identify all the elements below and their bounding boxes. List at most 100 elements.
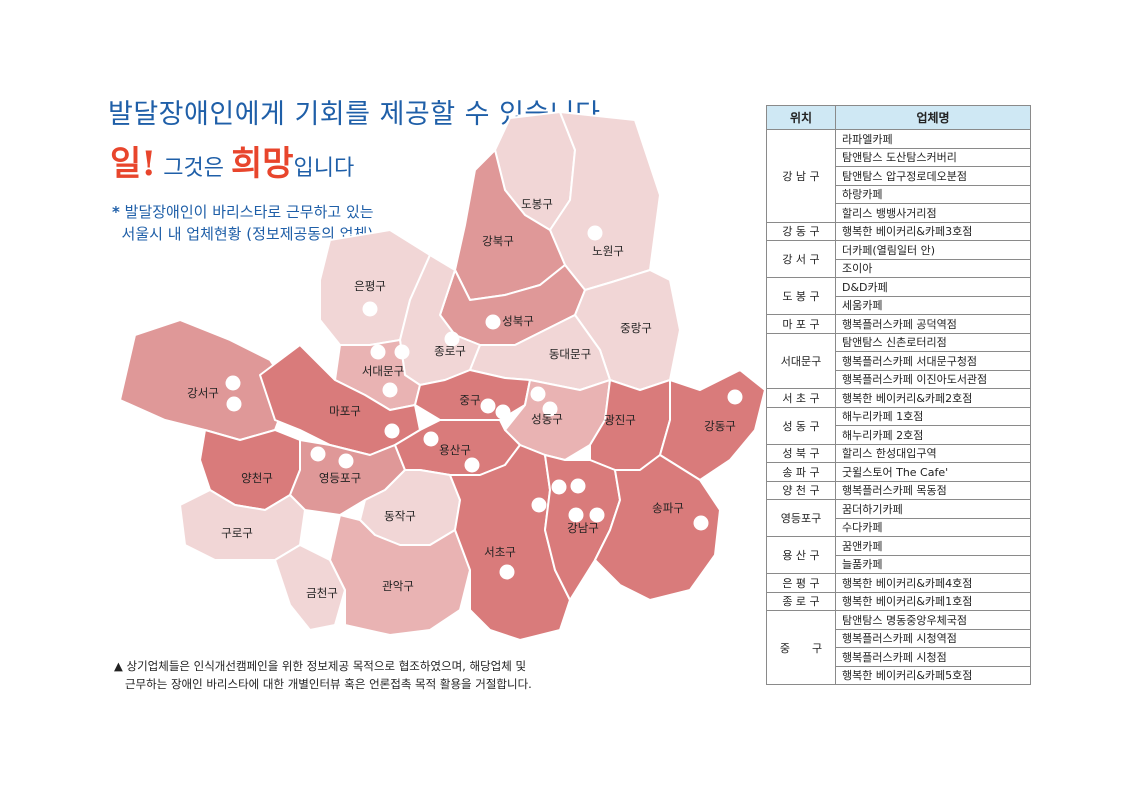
location-cell: 송 파 구 — [766, 462, 836, 482]
cafe-name-cell: 행복플러스카페 목동점 — [835, 480, 1031, 500]
cafe-marker — [226, 396, 242, 412]
district-label-서초구: 서초구 — [484, 545, 516, 559]
table-row: 양 천 구 행복플러스카페 목동점 — [766, 480, 1031, 500]
district-label-양천구: 양천구 — [241, 471, 273, 485]
cafe-marker — [570, 478, 586, 494]
header-location: 위치 — [766, 105, 836, 130]
location-cell: 성 북 구 — [766, 443, 836, 463]
footnote-line1: ▲ 상기업체들은 인식개선캠페인을 위한 정보제공 목적으로 협조하였으며, 해… — [114, 659, 527, 673]
district-label-도봉구: 도봉구 — [521, 197, 553, 211]
district-label-은평구: 은평구 — [354, 279, 386, 293]
district-label-송파구: 송파구 — [652, 501, 684, 515]
district-label-동대문구: 동대문구 — [549, 347, 591, 361]
cafe-marker — [480, 398, 496, 414]
district-label-강북구: 강북구 — [482, 234, 514, 248]
table-row: 성 동 구 해누리카페 1호점 — [766, 406, 1031, 445]
district-label-성북구: 성북구 — [502, 314, 534, 328]
cafe-name-cell: 행복플러스카페 시청점 — [835, 647, 1031, 667]
table-row: 종 로 구 행복한 베이커리&카페1호점 — [766, 591, 1031, 611]
footnote: ▲ 상기업체들은 인식개선캠페인을 위한 정보제공 목적으로 협조하였으며, 해… — [114, 657, 532, 693]
cafe-name-cell: 탐앤탐스 명동중앙우체국점 — [835, 610, 1031, 630]
table-row: 중 구 탐앤탐스 명동중앙우체국점 — [766, 610, 1031, 685]
cafe-marker — [587, 225, 603, 241]
table-row: 송 파 구 굿윌스토어 The Cafe' — [766, 462, 1031, 482]
cafe-name-cell: 해누리카페 2호점 — [835, 425, 1031, 445]
cafe-marker — [338, 453, 354, 469]
table-row: 강 동 구 행복한 베이커리&카페3호점 — [766, 221, 1031, 241]
cafe-name-cell: 라파엘카페 — [835, 129, 1031, 149]
cafe-marker — [310, 446, 326, 462]
cafe-name-cell: D&D카페 — [835, 277, 1031, 297]
cafe-name-cell: 할리스 한성대입구역 — [835, 443, 1031, 463]
district-label-중구: 중구 — [459, 393, 480, 407]
cafe-name-cell: 탐앤탐스 신촌로터리점 — [835, 332, 1031, 352]
cafe-name-cell: 세움카페 — [835, 295, 1031, 315]
cafe-name-cell: 행복한 베이커리&카페5호점 — [835, 665, 1031, 685]
cafe-name-cell: 행복한 베이커리&카페1호점 — [835, 591, 1031, 611]
cafe-marker — [551, 479, 567, 495]
district-label-구로구: 구로구 — [221, 526, 253, 540]
location-cell: 은 평 구 — [766, 573, 836, 593]
cafe-name-cell: 행복플러스카페 시청역점 — [835, 628, 1031, 648]
cafe-name-cell: 탐앤탐스 도산탐스커버리 — [835, 147, 1031, 167]
cafe-name-cell: 탐앤탐스 압구정로데오분점 — [835, 166, 1031, 186]
district-label-서대문구: 서대문구 — [362, 364, 404, 378]
district-label-동작구: 동작구 — [384, 509, 416, 523]
district-label-성동구: 성동구 — [531, 412, 563, 426]
table-row: 마 포 구 행복플러스카페 공덕역점 — [766, 314, 1031, 334]
cafe-marker — [727, 389, 743, 405]
cafe-name-cell: 굿윌스토어 The Cafe' — [835, 462, 1031, 482]
cafe-marker — [382, 382, 398, 398]
cafe-marker — [693, 515, 709, 531]
cafe-name-cell: 꿈더하기카페 — [835, 499, 1031, 519]
cafe-name-cell: 늘품카페 — [835, 554, 1031, 574]
location-cell: 강 남 구 — [766, 129, 836, 223]
cafe-marker — [394, 344, 410, 360]
location-cell: 영등포구 — [766, 499, 836, 537]
cafe-marker — [370, 344, 386, 360]
location-cell: 강 서 구 — [766, 240, 836, 278]
cafe-marker — [499, 564, 515, 580]
cafe-marker — [530, 386, 546, 402]
header-cafe-name: 업체명 — [835, 105, 1031, 130]
cafe-name-cell: 더카페(열림일터 안) — [835, 240, 1031, 260]
cafe-name-cell: 하랑카페 — [835, 184, 1031, 204]
cafe-name-cell: 할리스 뱅뱅사거리점 — [835, 203, 1031, 223]
cafe-name-cell: 행복한 베이커리&카페4호점 — [835, 573, 1031, 593]
location-cell: 도 봉 구 — [766, 277, 836, 315]
cafe-location-table: 위치 업체명 강 남 구 라파엘카페 탐앤탐스 도산탐스커버리 탐앤탐스 압구정로데오… — [766, 105, 1031, 685]
cafe-marker — [464, 457, 480, 473]
district-label-강남구: 강남구 — [567, 521, 599, 535]
table-row: 성 북 구 할리스 한성대입구역 — [766, 443, 1031, 463]
district-label-중랑구: 중랑구 — [620, 321, 652, 335]
cafe-marker — [225, 375, 241, 391]
table-header-row: 위치 업체명 — [766, 105, 1031, 130]
cafe-name-cell: 수다카페 — [835, 517, 1031, 537]
district-label-용산구: 용산구 — [439, 443, 471, 457]
cafe-name-cell: 꿈앤카페 — [835, 536, 1031, 556]
table-row: 강 남 구 라파엘카페 — [766, 129, 1031, 223]
table-row: 강 서 구 더카페(열림일터 안) — [766, 240, 1031, 278]
footnote-line2: 근무하는 장애인 바리스타에 대한 개별인터뷰 혹은 언론접촉 목적 활용을 거… — [124, 677, 532, 691]
cafe-marker — [423, 431, 439, 447]
location-cell: 중 구 — [766, 610, 836, 685]
table-row: 영등포구 꿈더하기카페 — [766, 499, 1031, 537]
cafe-name-cell: 해누리카페 1호점 — [835, 406, 1031, 426]
table-row: 서 초 구 행복한 베이커리&카페2호점 — [766, 388, 1031, 408]
location-cell: 종 로 구 — [766, 591, 836, 611]
table-row: 서대문구 탐앤탐스 신촌로터리점 — [766, 332, 1031, 389]
district-label-강동구: 강동구 — [704, 419, 736, 433]
district-label-강서구: 강서구 — [187, 386, 219, 400]
district-label-종로구: 종로구 — [434, 344, 466, 358]
cafe-name-cell: 행복한 베이커리&카페2호점 — [835, 388, 1031, 408]
district-label-관악구: 관악구 — [382, 579, 414, 593]
district-label-영등포구: 영등포구 — [319, 471, 361, 485]
cafe-name-cell: 행복한 베이커리&카페3호점 — [835, 221, 1031, 241]
cafe-name-cell: 행복플러스카페 공덕역점 — [835, 314, 1031, 334]
location-cell: 마 포 구 — [766, 314, 836, 334]
table-row: 용 산 구 꿈앤카페 — [766, 536, 1031, 574]
cafe-marker — [485, 314, 501, 330]
cafe-marker — [531, 497, 547, 513]
location-cell: 강 동 구 — [766, 221, 836, 241]
district-label-마포구: 마포구 — [329, 404, 361, 418]
